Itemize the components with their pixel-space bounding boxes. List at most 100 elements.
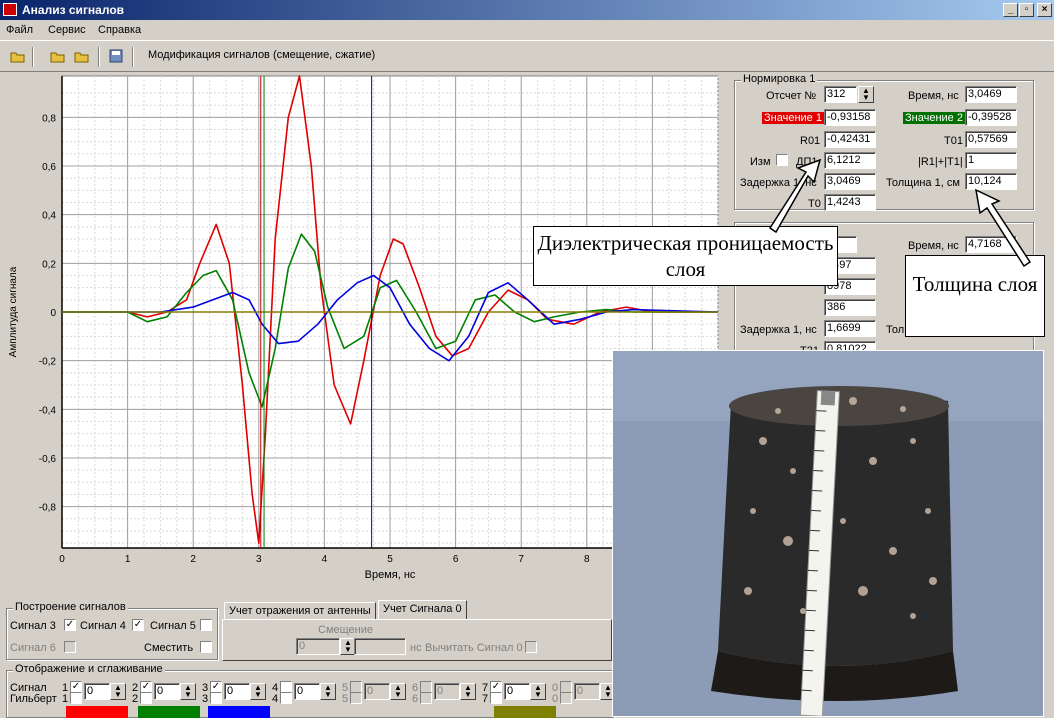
channel-smoothing-field[interactable]: 0 — [364, 683, 390, 700]
app-window: Анализ сигналов _ ▫ × Файл Сервис Справк… — [0, 0, 1054, 718]
channel-hilbert-number: 6 — [412, 693, 419, 705]
dielectric-label: ДП1 — [796, 156, 818, 168]
x-tick-label: 7 — [518, 554, 524, 565]
toolbar-mode-label: Модификация сигналов (смещение, сжатие) — [148, 49, 376, 61]
offset-ns-field[interactable] — [354, 638, 406, 655]
thickness-callout: Толщина слоя — [905, 255, 1045, 337]
channel-smoothing-field[interactable]: 0 — [154, 683, 180, 700]
channel-hilbert-checkbox[interactable] — [280, 692, 292, 704]
subtract-signal0-checkbox[interactable] — [525, 641, 537, 653]
normalization-1-title: Нормировка 1 — [741, 73, 818, 85]
save-icon[interactable] — [108, 48, 124, 64]
measure-checkbox[interactable] — [776, 154, 788, 166]
channel-smoothing-field[interactable]: 0 — [434, 683, 460, 700]
channel-smoothing-spinner[interactable]: ▲ ▼ — [390, 683, 406, 700]
channel-hilbert-checkbox[interactable] — [560, 692, 572, 704]
toolbar: Модификация сигналов (смещение, сжатие) — [0, 40, 1054, 72]
minimize-icon[interactable]: _ — [1003, 3, 1018, 17]
channel-hilbert-number: 3 — [202, 693, 209, 705]
delay-2-field[interactable]: 1,6699 — [824, 320, 876, 337]
subtract-signal0-label: Вычитать Сигнал 0 — [425, 642, 523, 654]
x-tick-label: 3 — [256, 554, 262, 565]
x-tick-label: 1 — [125, 554, 131, 565]
x-tick-label: 5 — [387, 554, 393, 565]
sample-number-spinner[interactable]: ▲ ▼ — [858, 86, 874, 103]
channel-hilbert-number: 2 — [132, 693, 139, 705]
core-sample-image — [613, 351, 1043, 716]
signal4-checkbox[interactable]: ✓ — [132, 619, 144, 631]
channel-hilbert-number: 4 — [272, 693, 279, 705]
y-tick-label: 0,4 — [42, 211, 56, 222]
x-tick-label: 6 — [453, 554, 459, 565]
menu-service[interactable]: Сервис — [48, 20, 86, 40]
signal3-checkbox[interactable]: ✓ — [64, 619, 76, 631]
delay-field[interactable]: 3,0469 — [824, 173, 876, 190]
y-axis-label: Амплитуда сигнала — [8, 266, 19, 357]
menu-file[interactable]: Файл — [6, 20, 33, 40]
offset-label: Смещение — [318, 624, 374, 636]
sample-number-label: Отсчет № — [766, 90, 817, 102]
shift-checkbox[interactable] — [200, 641, 212, 653]
offset-field[interactable]: 0 — [296, 638, 340, 655]
toolbar-separator — [132, 47, 134, 67]
x-tick-label: 4 — [322, 554, 328, 565]
value1-field[interactable]: -0,93158 — [824, 109, 876, 126]
display-smoothing-title: Отображение и сглаживание — [13, 663, 165, 675]
signal6-checkbox[interactable] — [64, 641, 76, 653]
signal5-checkbox[interactable] — [200, 619, 212, 631]
channel-smoothing-field[interactable]: 0 — [224, 683, 250, 700]
y-tick-label: -0,2 — [39, 357, 57, 368]
r01-label: R01 — [800, 135, 821, 147]
dielectric-2-field[interactable]: 386 — [824, 299, 876, 316]
signal6-label: Сигнал 6 — [10, 642, 56, 654]
x-axis-label: Время, нс — [365, 569, 416, 581]
channel-hilbert-checkbox[interactable] — [140, 692, 152, 704]
channel-hilbert-checkbox[interactable] — [490, 692, 502, 704]
channel-smoothing-field[interactable]: 0 — [504, 683, 530, 700]
open-signal1-icon[interactable] — [50, 48, 66, 64]
reflection-sum-field[interactable]: 1 — [965, 152, 1017, 169]
t01-field[interactable]: 0,57569 — [965, 131, 1017, 148]
delay-label: Задержка 1, нс — [740, 177, 817, 189]
r01-field[interactable]: -0,42431 — [824, 131, 876, 148]
channel-hilbert-checkbox[interactable] — [350, 692, 362, 704]
t0-field[interactable]: 1,4243 — [824, 194, 876, 211]
time-field[interactable]: 3,0469 — [965, 86, 1017, 103]
tab-panel — [222, 619, 612, 661]
title-bar: Анализ сигналов _ ▫ × — [0, 0, 1054, 20]
channel-hilbert-number: 0 — [552, 693, 559, 705]
tab-signal0[interactable]: Учет Сигнала 0 — [378, 600, 467, 620]
toolbar-separator — [32, 47, 34, 67]
build-signals-title: Построение сигналов — [13, 601, 128, 613]
channel-smoothing-field[interactable]: 0 — [294, 683, 320, 700]
y-tick-label: 0,8 — [42, 113, 56, 124]
open-folder-icon[interactable] — [10, 48, 26, 64]
color-bar-3 — [208, 706, 270, 718]
thickness-field[interactable]: 10,124 — [965, 173, 1017, 190]
tab-antenna-reflection[interactable]: Учет отражения от антенны — [224, 602, 376, 620]
channel-hilbert-checkbox[interactable] — [420, 692, 432, 704]
sample-number-field[interactable]: 312 — [824, 86, 857, 103]
close-icon[interactable]: × — [1037, 3, 1052, 17]
value2-field[interactable]: -0,39528 — [965, 109, 1017, 126]
channel-smoothing-field[interactable]: 0 — [574, 683, 600, 700]
channel-smoothing-spinner[interactable]: ▲ ▼ — [320, 683, 336, 700]
open-signal2-icon[interactable] — [74, 48, 90, 64]
menu-help[interactable]: Справка — [98, 20, 141, 40]
time-2-field[interactable]: 4,7168 — [965, 236, 1017, 253]
channel-hilbert-checkbox[interactable] — [210, 692, 222, 704]
dielectric-field[interactable]: 6,1212 — [824, 152, 876, 169]
restore-icon[interactable]: ▫ — [1019, 3, 1034, 17]
signal4-label: Сигнал 4 — [80, 620, 126, 632]
channel-smoothing-spinner[interactable]: ▲ ▼ — [180, 683, 196, 700]
toolbar-separator — [98, 47, 100, 67]
channel-smoothing-spinner[interactable]: ▲ ▼ — [110, 683, 126, 700]
channel-smoothing-field[interactable]: 0 — [84, 683, 110, 700]
channel-smoothing-spinner[interactable]: ▲ ▼ — [460, 683, 476, 700]
channel-smoothing-spinner[interactable]: ▲ ▼ — [530, 683, 546, 700]
reflection-sum-label: |R1|+|T1| — [918, 156, 963, 168]
y-tick-label: -0,8 — [39, 503, 57, 514]
channel-smoothing-spinner[interactable]: ▲ ▼ — [250, 683, 266, 700]
app-icon — [3, 3, 17, 16]
channel-hilbert-checkbox[interactable] — [70, 692, 82, 704]
